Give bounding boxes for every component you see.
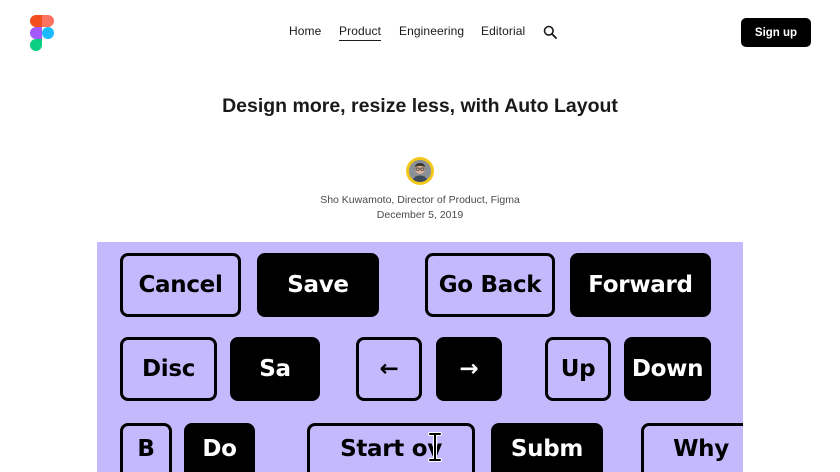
illustration-key-b: B xyxy=(120,423,172,472)
author-byline: Sho Kuwamoto, Director of Product, Figma xyxy=(320,194,520,206)
search-icon[interactable] xyxy=(543,25,557,39)
illustration-key-left-arrow: ← xyxy=(356,337,422,401)
figma-logo-icon[interactable] xyxy=(30,15,54,51)
illustration-key-submit: Subm xyxy=(491,423,603,472)
publish-date: December 5, 2019 xyxy=(376,209,464,221)
illustration-key-save: Save xyxy=(257,253,379,317)
nav-engineering-link[interactable]: Engineering xyxy=(399,24,464,38)
nav-editorial-link[interactable]: Editorial xyxy=(481,24,525,38)
illustration-key-disc: Disc xyxy=(120,337,217,401)
illustration-key-do: Do xyxy=(184,423,255,472)
article-title: Design more, resize less, with Auto Layo… xyxy=(222,95,618,117)
illustration-key-down: Down xyxy=(624,337,711,401)
author-photo xyxy=(409,160,431,182)
illustration-key-why: Why xyxy=(641,423,743,472)
text-cursor-icon xyxy=(428,432,442,462)
nav-home-link[interactable]: Home xyxy=(289,24,321,38)
illustration-key-up: Up xyxy=(545,337,611,401)
illustration-key-start-over: Start ov xyxy=(307,423,475,472)
illustration-key-cancel: Cancel xyxy=(120,253,241,317)
illustration-key-forward: Forward xyxy=(570,253,711,317)
author-avatar[interactable] xyxy=(406,157,434,185)
sign-up-button[interactable]: Sign up xyxy=(741,18,811,47)
illustration-key-right-arrow: → xyxy=(436,337,502,401)
hero-illustration: Cancel Save Go Back Forward Disc Sa ← → … xyxy=(97,242,743,472)
illustration-key-go-back: Go Back xyxy=(425,253,555,317)
nav-product-link[interactable]: Product xyxy=(339,24,382,41)
illustration-key-sa: Sa xyxy=(230,337,320,401)
